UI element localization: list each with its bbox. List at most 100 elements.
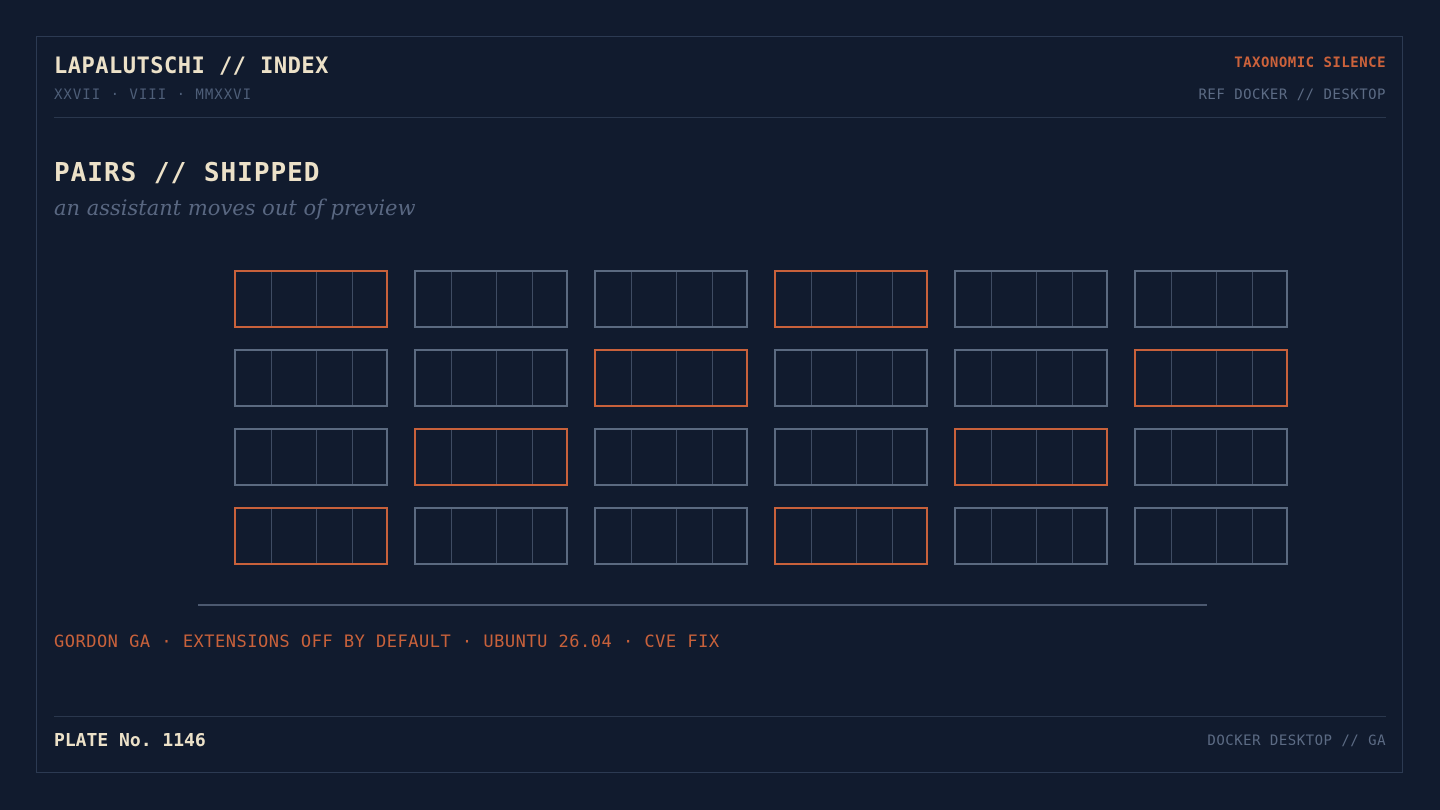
tile-divider <box>1036 272 1037 326</box>
tile-divider <box>1252 351 1253 405</box>
tile-divider <box>856 509 857 563</box>
index-date: XXVII · VIII · MMXXVI <box>54 87 253 103</box>
tile-divider <box>532 351 533 405</box>
tile <box>234 349 388 407</box>
tile-divider <box>1171 430 1172 484</box>
tile-divider <box>712 509 713 563</box>
tile-divider <box>1072 272 1073 326</box>
tile-divider <box>856 430 857 484</box>
tile-highlighted <box>234 270 388 328</box>
tile <box>774 428 928 486</box>
tile-divider <box>271 272 272 326</box>
tile <box>594 507 748 565</box>
tile-divider <box>451 430 452 484</box>
tile-divider <box>1216 272 1217 326</box>
tile-divider <box>676 430 677 484</box>
tile <box>954 270 1108 328</box>
tile-divider <box>271 351 272 405</box>
tile-highlighted <box>414 428 568 486</box>
tile-divider <box>676 272 677 326</box>
tile-highlighted <box>954 428 1108 486</box>
tile <box>594 270 748 328</box>
section-title: PAIRS // SHIPPED <box>54 158 321 188</box>
tile-divider <box>451 272 452 326</box>
tile-divider <box>856 272 857 326</box>
tile-divider <box>811 272 812 326</box>
tile-divider <box>532 509 533 563</box>
header-divider <box>54 117 1386 118</box>
tile-divider <box>676 351 677 405</box>
tile-divider <box>712 351 713 405</box>
tile <box>1134 428 1288 486</box>
tile-divider <box>1072 509 1073 563</box>
tile-divider <box>631 509 632 563</box>
tile <box>234 428 388 486</box>
tile <box>414 507 568 565</box>
plate-number: PLATE No. 1146 <box>54 730 206 751</box>
tile-divider <box>811 351 812 405</box>
index-title: LAPALUTSCHI // INDEX <box>54 54 329 79</box>
tile <box>414 349 568 407</box>
tile-divider <box>892 509 893 563</box>
tile-divider <box>991 509 992 563</box>
footer-reference: DOCKER DESKTOP // GA <box>1207 733 1386 749</box>
tile-divider <box>1252 272 1253 326</box>
tile-divider <box>1171 272 1172 326</box>
tile-divider <box>1171 509 1172 563</box>
tile-divider <box>496 272 497 326</box>
taxonomy-tag: TAXONOMIC SILENCE <box>1234 55 1386 71</box>
tile-divider <box>496 351 497 405</box>
tile-divider <box>1216 509 1217 563</box>
tile-divider <box>352 430 353 484</box>
tile-divider <box>451 351 452 405</box>
tile <box>954 507 1108 565</box>
tile-divider <box>1036 351 1037 405</box>
tile-divider <box>1072 351 1073 405</box>
tile-divider <box>1252 509 1253 563</box>
tile-divider <box>352 351 353 405</box>
tile <box>1134 507 1288 565</box>
tile-divider <box>856 351 857 405</box>
tile-divider <box>316 509 317 563</box>
tile-divider <box>991 430 992 484</box>
tile-divider <box>631 351 632 405</box>
tile-divider <box>1216 351 1217 405</box>
tile <box>774 349 928 407</box>
tile-divider <box>352 509 353 563</box>
tile-divider <box>892 430 893 484</box>
tile-divider <box>631 272 632 326</box>
tile-divider <box>496 430 497 484</box>
tile-divider <box>991 351 992 405</box>
tile-divider <box>1036 509 1037 563</box>
tile-divider <box>631 430 632 484</box>
tile-divider <box>496 509 497 563</box>
tile-divider <box>271 509 272 563</box>
tile-divider <box>1036 430 1037 484</box>
tile-divider <box>1252 430 1253 484</box>
tile-highlighted <box>234 507 388 565</box>
tile-divider <box>712 430 713 484</box>
tile-divider <box>451 509 452 563</box>
tile-divider <box>892 272 893 326</box>
tile-divider <box>811 430 812 484</box>
release-tags: GORDON GA · EXTENSIONS OFF BY DEFAULT · … <box>54 632 720 652</box>
tile-highlighted <box>594 349 748 407</box>
tile-divider <box>712 272 713 326</box>
tile <box>1134 270 1288 328</box>
tile-divider <box>1171 351 1172 405</box>
tile <box>414 270 568 328</box>
tile-divider <box>676 509 677 563</box>
tile-divider <box>1216 430 1217 484</box>
section-subtitle: an assistant moves out of preview <box>54 196 416 220</box>
tile-highlighted <box>1134 349 1288 407</box>
tile-divider <box>532 272 533 326</box>
tile-highlighted <box>774 507 928 565</box>
tile-divider <box>1072 430 1073 484</box>
tile-highlighted <box>774 270 928 328</box>
tile <box>954 349 1108 407</box>
grid-baseline <box>198 604 1207 606</box>
tile-divider <box>991 272 992 326</box>
reference-label: REF DOCKER // DESKTOP <box>1198 87 1386 103</box>
tile-divider <box>352 272 353 326</box>
tile-divider <box>316 351 317 405</box>
